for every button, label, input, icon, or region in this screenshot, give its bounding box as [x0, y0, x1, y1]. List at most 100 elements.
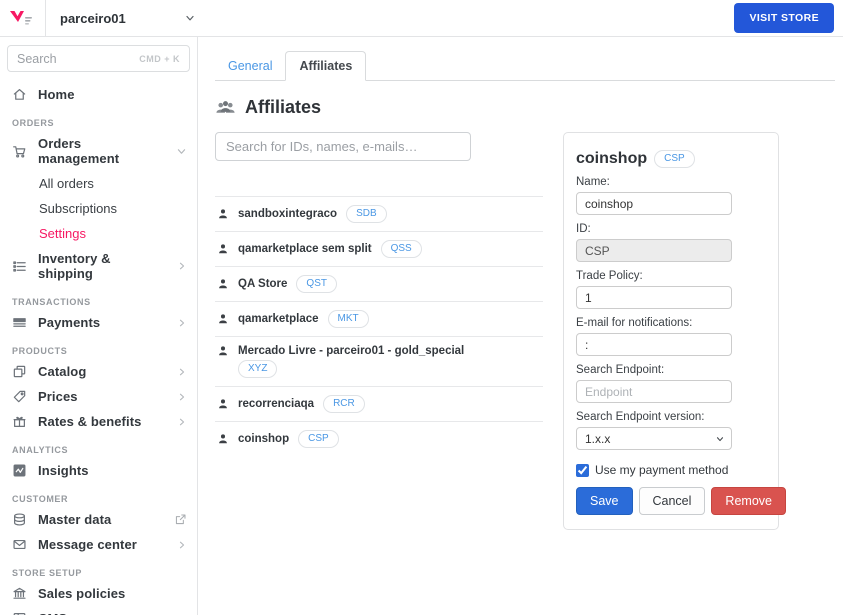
tab-general[interactable]: General: [215, 52, 285, 80]
sidebar-item-inventory-shipping[interactable]: Inventory & shipping: [0, 246, 197, 286]
detail-buttons: Save Cancel Remove: [576, 487, 766, 515]
affiliate-badge: RCR: [323, 395, 365, 413]
affiliate-name: qamarketplace sem split: [238, 243, 372, 255]
vtex-logo-icon[interactable]: [9, 9, 35, 27]
affiliate-row-sandboxintegraco[interactable]: sandboxintegracoSDB: [215, 196, 543, 231]
name-input[interactable]: [576, 192, 732, 215]
sidebar-item-label: Message center: [38, 537, 166, 552]
insights-icon: [12, 463, 27, 478]
endpoint-version-select[interactable]: 1.x.x: [576, 427, 732, 450]
admin-screen: parceiro01 VISIT STORE Search CMD + K Ho…: [0, 0, 843, 615]
sidebar-item-rates-benefits[interactable]: Rates & benefits: [0, 409, 197, 434]
affiliate-badge: QSS: [381, 240, 422, 258]
affiliate-row-qamarketplace-sem-split[interactable]: qamarketplace sem split QSS: [215, 231, 543, 266]
affiliate-name: coinshop: [238, 433, 289, 445]
remove-button[interactable]: Remove: [711, 487, 786, 515]
divider: [45, 0, 46, 36]
cancel-button[interactable]: Cancel: [639, 487, 706, 515]
chevron-right-icon: [177, 540, 187, 550]
affiliate-name: recorrenciaqa: [238, 398, 314, 410]
chevron-down-icon[interactable]: [184, 12, 196, 24]
sidebar-item-payments[interactable]: Payments: [0, 310, 197, 335]
person-icon: [217, 208, 229, 220]
affiliate-row-qa-store[interactable]: QA Store QST: [215, 266, 543, 301]
affiliate-name: sandboxintegraco: [238, 208, 337, 220]
affiliate-row-coinshop[interactable]: coinshop CSP: [215, 421, 543, 456]
sidebar-item-label: CMS: [38, 611, 166, 615]
sidebar-item-label: Payments: [38, 315, 166, 330]
cart-icon: [12, 144, 27, 159]
tab-affiliates[interactable]: Affiliates: [285, 51, 366, 81]
sidebar-item-settings[interactable]: Settings: [0, 221, 197, 246]
content-columns: sandboxintegracoSDBqamarketplace sem spl…: [215, 132, 835, 530]
page-title: Affiliates: [245, 97, 321, 118]
affiliates-list: sandboxintegracoSDBqamarketplace sem spl…: [215, 196, 543, 456]
sidebar-section-store-setup: STORE SETUP: [12, 568, 185, 578]
cms-icon: [12, 611, 27, 615]
sidebar-item-subscriptions[interactable]: Subscriptions: [0, 196, 197, 221]
person-icon: [217, 313, 229, 325]
affiliate-row-recorrenciaqa[interactable]: recorrenciaqa RCR: [215, 386, 543, 421]
affiliate-name: QA Store: [238, 278, 287, 290]
sidebar-item-all-orders[interactable]: All orders: [0, 171, 197, 196]
field-endpoint: Search Endpoint:: [576, 364, 766, 403]
sidebar-item-label: Prices: [38, 389, 166, 404]
chevron-right-icon: [177, 417, 187, 427]
sidebar-item-label: Insights: [38, 463, 187, 478]
account-name[interactable]: parceiro01: [60, 11, 126, 26]
person-icon: [217, 345, 229, 357]
sidebar-item-home[interactable]: Home: [0, 82, 197, 107]
affiliate-badge: CSP: [298, 430, 339, 448]
payments-icon: [12, 315, 27, 330]
sidebar-item-insights[interactable]: Insights: [0, 458, 197, 483]
sidebar-item-label: Home: [38, 87, 187, 102]
envelope-icon: [12, 537, 27, 552]
sidebar-item-cms[interactable]: CMS: [0, 606, 197, 615]
chevron-right-icon: [177, 261, 187, 271]
tab-bar: General Affiliates: [215, 51, 835, 81]
topbar: parceiro01 VISIT STORE: [0, 0, 843, 37]
chevron-right-icon: [177, 367, 187, 377]
sidebar-item-orders-management[interactable]: Orders management: [0, 131, 197, 171]
detail-title-row: coinshop CSP: [576, 150, 766, 168]
sidebar-item-message-center[interactable]: Message center: [0, 532, 197, 557]
affiliate-badge: QST: [296, 275, 337, 293]
trade-policy-input[interactable]: [576, 286, 732, 309]
sidebar-section-orders: ORDERS: [12, 118, 185, 128]
affiliate-name: qamarketplace: [238, 313, 319, 325]
sidebar-item-label: Catalog: [38, 364, 166, 379]
visit-store-button[interactable]: VISIT STORE: [734, 3, 834, 33]
sidebar-search-placeholder: Search: [17, 52, 133, 66]
use-payment-method-label: Use my payment method: [595, 463, 728, 477]
chevron-right-icon: [177, 392, 187, 402]
sidebar-item-prices[interactable]: Prices: [0, 384, 197, 409]
sidebar-item-sales-policies[interactable]: Sales policies: [0, 581, 197, 606]
sidebar-search-input[interactable]: Search CMD + K: [7, 45, 190, 72]
detail-title: coinshop: [576, 150, 647, 168]
sidebar-item-label: Master data: [38, 512, 163, 527]
external-link-icon[interactable]: [174, 513, 187, 526]
field-endpoint-version: Search Endpoint version: 1.x.x: [576, 411, 766, 450]
affiliate-row-qamarketplace[interactable]: qamarketplace MKT: [215, 301, 543, 336]
sidebar-item-label: Rates & benefits: [38, 414, 166, 429]
affiliate-row-mercado-livre-parceiro01-gold-special[interactable]: Mercado Livre - parceiro01 - gold_specia…: [215, 336, 543, 386]
endpoint-input[interactable]: [576, 380, 732, 403]
affiliates-column: sandboxintegracoSDBqamarketplace sem spl…: [215, 132, 543, 456]
save-button[interactable]: Save: [576, 487, 633, 515]
use-payment-method-checkbox[interactable]: [576, 464, 589, 477]
person-icon: [217, 278, 229, 290]
sidebar-section-customer: CUSTOMER: [12, 494, 185, 504]
sidebar-item-master-data[interactable]: Master data: [0, 507, 197, 532]
person-icon: [217, 433, 229, 445]
affiliate-badge: MKT: [328, 310, 369, 328]
endpoint-version-label: Search Endpoint version:: [576, 411, 766, 423]
chevron-right-icon: [177, 318, 187, 328]
sidebar-section-products: PRODUCTS: [12, 346, 185, 356]
page-head: Affiliates: [215, 97, 835, 118]
detail-badge: CSP: [654, 150, 695, 168]
affiliate-badge: XYZ: [238, 360, 277, 378]
sidebar-item-catalog[interactable]: Catalog: [0, 359, 197, 384]
affiliate-name: Mercado Livre - parceiro01 - gold_specia…: [238, 345, 464, 357]
email-input[interactable]: [576, 333, 732, 356]
affiliates-search-input[interactable]: [215, 132, 471, 161]
